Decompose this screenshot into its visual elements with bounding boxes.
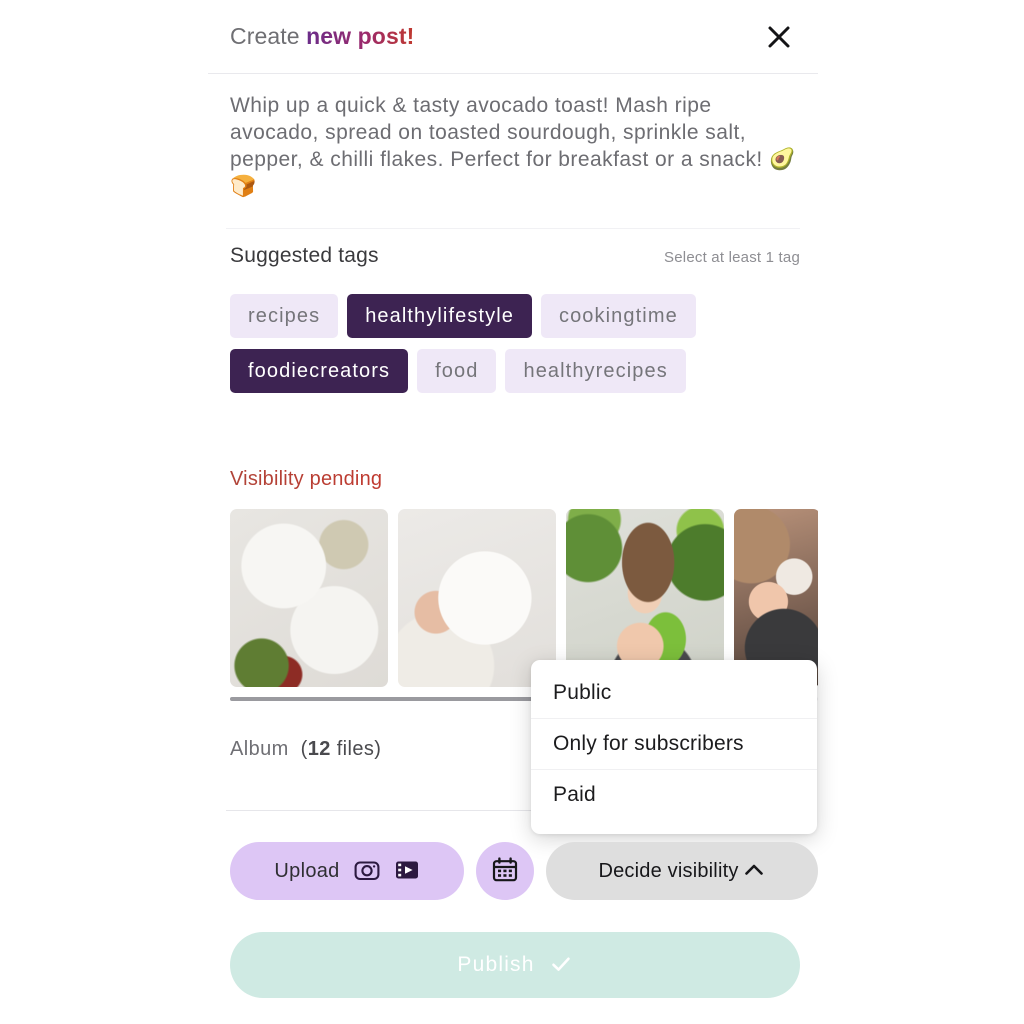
thumb-salad-bowls[interactable] [230, 509, 388, 687]
tag-foodiecreators[interactable]: foodiecreators [230, 349, 409, 393]
tag-cookingtime[interactable]: cookingtime [540, 294, 696, 338]
visibility-option-paid[interactable]: Paid [531, 770, 817, 820]
close-button[interactable] [762, 20, 796, 54]
tags-hint: Select at least 1 tag [664, 249, 800, 266]
tag-recipes[interactable]: recipes [230, 294, 339, 338]
decide-visibility-button[interactable]: Decide visibility [546, 842, 818, 900]
tag-healthylifestyle[interactable]: healthylifestyle [347, 294, 532, 338]
title-plain: Create [230, 23, 307, 49]
status-badge: Visibility pending [230, 468, 383, 490]
thumb-granola-bowl[interactable] [398, 509, 556, 687]
header-divider [208, 73, 818, 74]
publish-button-label: Publish [457, 953, 535, 976]
album-label: Album [230, 738, 289, 760]
visibility-dropdown-menu: Public Only for subscribers Paid [531, 660, 817, 834]
decide-visibility-label: Decide visibility [598, 859, 739, 882]
post-description[interactable]: Whip up a quick & tasty avocado toast! M… [230, 92, 800, 200]
publish-button[interactable]: Publish [230, 932, 800, 998]
album-file-count: (12 files) [294, 738, 382, 760]
upload-button[interactable]: Upload [230, 842, 464, 900]
modal-header: Create new post! [208, 0, 818, 73]
tag-list: recipes healthylifestyle cookingtime foo… [230, 294, 810, 393]
tag-food[interactable]: food [417, 349, 497, 393]
actions-row: Upload Decide visibility [230, 840, 818, 902]
title-accent: new post! [306, 23, 415, 49]
schedule-button[interactable] [476, 842, 534, 900]
upload-button-label: Upload [274, 859, 340, 882]
media-scrollbar-thumb[interactable] [230, 697, 554, 701]
page-title: Create new post! [230, 23, 414, 50]
tag-healthyrecipes[interactable]: healthyrecipes [505, 349, 686, 393]
album-file-count-number: 12 [307, 738, 331, 760]
visibility-option-public[interactable]: Public [531, 668, 817, 719]
tags-header: Suggested tags Select at least 1 tag [230, 244, 800, 268]
video-icon [394, 857, 420, 886]
close-icon [766, 24, 792, 50]
check-icon [549, 952, 573, 979]
camera-icon [354, 857, 380, 886]
description-divider [226, 228, 800, 229]
create-post-modal: Create new post! Whip up a quick & tasty… [208, 0, 818, 1024]
description-text: Whip up a quick & tasty avocado toast! M… [230, 94, 769, 171]
suggested-tags-label: Suggested tags [230, 244, 379, 267]
calendar-icon [491, 856, 519, 887]
album-file-count-unit: files) [330, 738, 382, 760]
chevron-up-icon [742, 858, 766, 885]
visibility-option-subscribers[interactable]: Only for subscribers [531, 719, 817, 770]
